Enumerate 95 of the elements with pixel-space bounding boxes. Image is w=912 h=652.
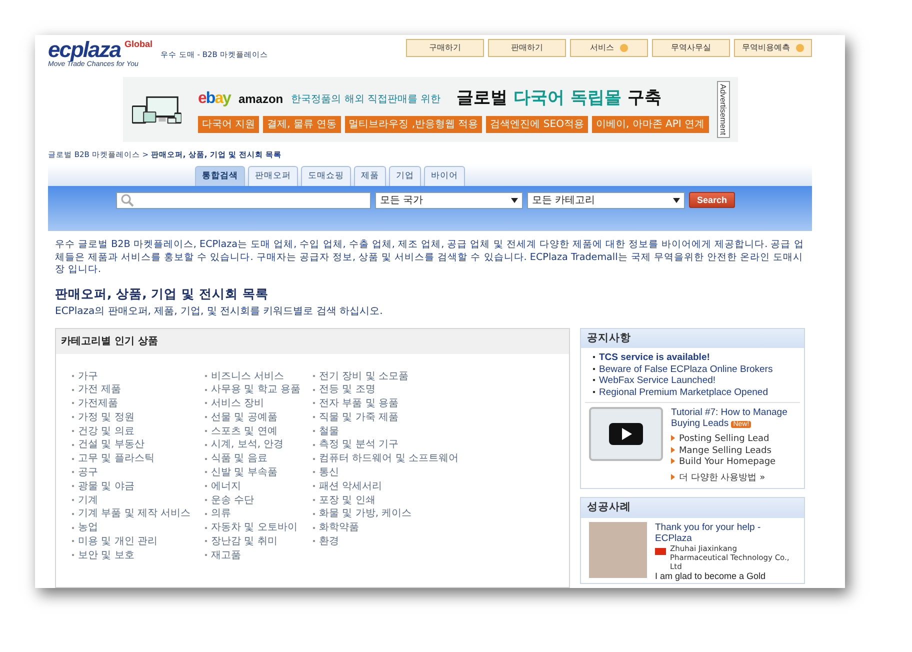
notice-link[interactable]: WebFax Service Launched! — [593, 375, 792, 387]
feature-tag: 멀티브라우징 ,반응형웹 적용 — [344, 116, 482, 133]
category-link[interactable]: 공구 — [72, 466, 205, 480]
category-link[interactable]: 컴퓨터 하드웨어 및 소프트웨어 — [313, 452, 513, 466]
banner-lead: 한국정품의 해외 직접판매를 위한 — [291, 92, 441, 106]
caret-icon — [511, 198, 518, 204]
category-link[interactable]: 가전 제품 — [72, 383, 205, 398]
search-button[interactable]: Search — [689, 192, 735, 208]
category-link[interactable]: 광물 및 야금 — [72, 480, 205, 494]
video-thumbnail[interactable] — [589, 407, 663, 462]
category-link[interactable]: 화학약품 — [313, 521, 513, 536]
feature-tag: 결제, 물류 연동 — [263, 116, 341, 133]
panel-heading: 카테고리별 인기 상품 — [56, 328, 569, 354]
play-icon — [609, 423, 643, 446]
brand-name: ebay — [198, 90, 230, 108]
notice-link[interactable]: TCS service is available! — [593, 352, 792, 364]
category-link[interactable]: 의류 — [205, 507, 313, 522]
category-link[interactable]: 보안 및 보호 — [72, 548, 205, 563]
category-link[interactable]: 장난감 및 취미 — [205, 535, 313, 549]
section-heading: 판매오퍼, 상품, 기업 및 전시회 목록 — [55, 284, 270, 303]
category-link[interactable]: 화물 및 가방, 케이스 — [313, 507, 513, 522]
search-tab[interactable]: 바이어 — [424, 166, 465, 186]
category-link[interactable]: 선물 및 공예품 — [205, 410, 313, 425]
category-link[interactable]: 건설 및 부동산 — [72, 438, 205, 452]
nav-button[interactable]: 무역비용예측 — [734, 39, 812, 57]
category-link[interactable]: 포장 및 인쇄 — [313, 494, 513, 508]
intro-paragraph: 우수 글로벌 B2B 마켓플레이스, ECPlaza는 도매 업체, 수입 업체, 수출 업체, 제조 업체, 공급 업체 및 전세계 다양한 제품에 대한 정보를 바이어에게 제공합니다. 공급 업체들은 제품과 서비스를 홍보할 수 있습니다. 구매자는 공급자 정보, 상품 및 서비스를 검색할 수 있습니다. ECPlaza Trademall는 국제 무역을위한 안전한 온라인 도매시장 입니다. — [55, 239, 805, 277]
category-link[interactable]: 가정 및 정원 — [72, 410, 205, 425]
category-link[interactable]: 직물 및 가죽 제품 — [313, 410, 513, 425]
country-select[interactable]: 모든 국가 — [375, 192, 523, 210]
category-link[interactable]: 전자 부품 및 용품 — [313, 397, 513, 411]
category-link[interactable]: 패션 악세서리 — [313, 480, 513, 494]
story-title[interactable]: Thank you for your help - ECPlaza — [655, 522, 796, 544]
category-link[interactable]: 기계 — [72, 494, 205, 508]
category-link[interactable]: 에너지 — [205, 480, 313, 494]
logo-wordmark[interactable]: ecplaza — [48, 39, 120, 61]
search-tab[interactable]: 기업 — [389, 166, 421, 186]
ad-banner[interactable]: ebay amazon 한국정품의 해외 직접판매를 위한 글로벌 다국어 독립몰 구축 다국어 지원 결제, 물류 연동 멀티브라우징 ,반응형웹 적용 검색엔진에 SEO적용 이베이, 아마존 API 연계 Advertisement — [122, 77, 738, 142]
category-link[interactable]: 철물 — [313, 424, 513, 438]
feature-tag: 이베이, 아마존 API 연계 — [592, 116, 708, 133]
search-tab[interactable]: 판매오퍼 — [248, 166, 298, 186]
panel-heading: 성공사례 — [581, 498, 804, 518]
nav-button[interactable]: 판매하기 — [488, 39, 566, 57]
search-tab[interactable]: 제품 — [354, 166, 386, 186]
category-link[interactable]: 기계 부품 및 제작 서비스 — [72, 507, 205, 522]
category-link[interactable]: 비즈니스 서비스 — [205, 370, 313, 384]
panel-heading: 공지사항 — [581, 328, 804, 348]
category-link[interactable]: 식품 및 음료 — [205, 452, 313, 466]
category-link[interactable]: 농업 — [72, 521, 205, 536]
category-link[interactable]: 사무용 및 학교 용품 — [205, 383, 313, 398]
category-link[interactable]: 측정 및 분석 기구 — [313, 438, 513, 452]
category-link[interactable]: 전등 및 조명 — [313, 383, 513, 398]
category-link[interactable]: 재고품 — [205, 548, 313, 563]
search-tab[interactable]: 통합검색 — [195, 166, 245, 186]
section-subtitle: ECPlaza의 판매오퍼, 제품, 기업, 및 전시회를 키워드별로 검색 하십시오. — [55, 304, 384, 318]
logo-subtitle: Global — [124, 39, 153, 49]
tutorial-link[interactable]: Mange Selling Leads — [671, 446, 796, 458]
notice-link[interactable]: Beware of False ECPlaza Online Brokers — [593, 364, 792, 376]
more-link[interactable]: 더 다양한 사용방법 » — [671, 472, 796, 484]
category-link[interactable]: 환경 — [313, 535, 513, 549]
dropdown-icon — [796, 44, 804, 52]
search-icon — [121, 194, 134, 208]
tutorial-link[interactable]: Posting Selling Lead — [671, 434, 796, 446]
category-select[interactable]: 모든 카테고리 — [527, 192, 685, 210]
caret-icon — [673, 198, 680, 204]
category-link[interactable]: 시계, 보석, 안경 — [205, 438, 313, 452]
category-link[interactable]: 고무 및 플라스틱 — [72, 452, 205, 466]
category-link[interactable]: 통신 — [313, 466, 513, 480]
category-link[interactable]: 가구 — [72, 370, 205, 384]
ad-label: Advertisement — [716, 80, 730, 138]
arrow-icon — [671, 474, 675, 480]
banner-headline: 글로벌 다국어 독립몰 구축 — [456, 87, 662, 110]
nav-button[interactable]: 무역사무실 — [652, 39, 730, 57]
category-link[interactable]: 건강 및 의료 — [72, 424, 205, 438]
category-link[interactable]: 미용 및 개인 관리 — [72, 535, 205, 549]
category-link[interactable]: 가전제품 — [72, 397, 205, 411]
dropdown-icon — [620, 44, 628, 52]
category-link[interactable]: 서비스 장비 — [205, 397, 313, 411]
search-tab[interactable]: 도매쇼핑 — [301, 166, 351, 186]
nav-button[interactable]: 구매하기 — [406, 39, 484, 57]
category-link[interactable]: 신발 및 부속품 — [205, 466, 313, 480]
category-link[interactable]: 스포츠 및 연예 — [205, 424, 313, 438]
brand-name: amazon — [238, 92, 284, 106]
notice-link[interactable]: Regional Premium Marketplace Opened — [593, 386, 792, 398]
feature-tag: 다국어 지원 — [198, 116, 260, 133]
category-link[interactable]: 자동차 및 오토바이 — [205, 521, 313, 536]
search-field[interactable] — [116, 192, 371, 210]
nav-button[interactable]: 서비스 — [570, 39, 648, 57]
feature-tag: 검색엔진에 SEO적용 — [486, 116, 588, 133]
photo-placeholder — [589, 522, 647, 578]
category-link[interactable]: 전기 장비 및 소모품 — [313, 370, 513, 384]
category-link[interactable]: 운송 수단 — [205, 494, 313, 508]
flag-icon — [655, 548, 666, 555]
story-quote: I am glad to become a Gold — [655, 571, 767, 581]
tutorial-link[interactable]: Build Your Homepage — [671, 457, 796, 469]
